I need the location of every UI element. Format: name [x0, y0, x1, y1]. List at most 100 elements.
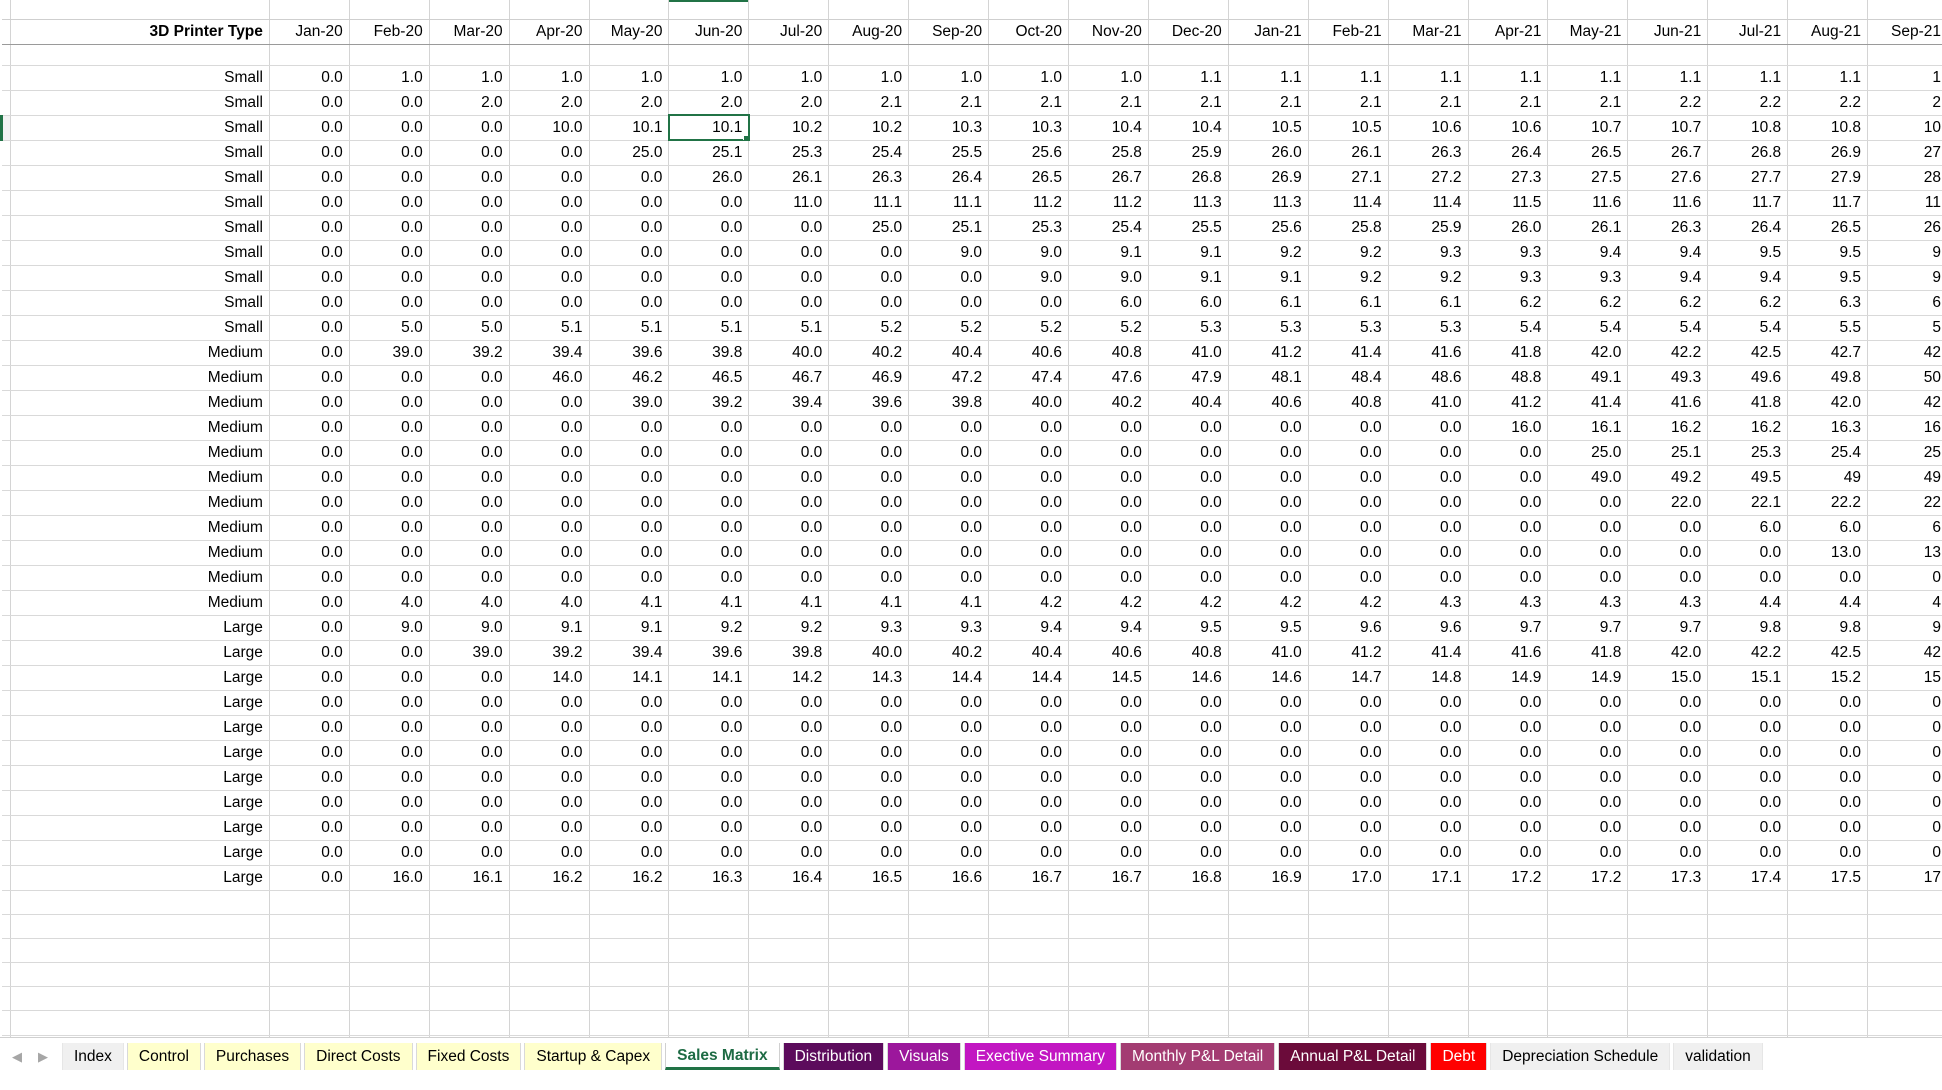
data-cell[interactable]: 1.0: [1068, 65, 1149, 91]
data-cell[interactable]: 14.4: [988, 665, 1069, 691]
data-cell[interactable]: 1: [1867, 65, 1942, 91]
data-cell[interactable]: 0.0: [1547, 790, 1629, 816]
data-cell[interactable]: 0.0: [269, 840, 350, 866]
empty-cell[interactable]: [1068, 914, 1149, 939]
data-cell[interactable]: 9.0: [988, 240, 1069, 266]
data-cell[interactable]: 9.1: [509, 615, 590, 641]
data-cell[interactable]: 0.0: [269, 765, 350, 791]
data-cell[interactable]: 39.8: [748, 640, 830, 666]
data-cell[interactable]: 0.0: [1707, 790, 1789, 816]
data-cell[interactable]: 16.2: [1707, 415, 1789, 441]
data-cell[interactable]: 0.0: [1068, 565, 1149, 591]
data-cell[interactable]: 11.4: [1388, 190, 1469, 216]
data-cell[interactable]: 0.0: [668, 490, 750, 516]
data-cell[interactable]: 0.0: [429, 790, 510, 816]
data-cell[interactable]: 1.1: [1308, 65, 1389, 91]
data-cell[interactable]: 0.0: [429, 565, 510, 591]
data-cell[interactable]: 0.0: [589, 440, 670, 466]
data-cell[interactable]: 6.0: [1148, 290, 1229, 316]
data-cell[interactable]: 14.7: [1308, 665, 1389, 691]
empty-cell[interactable]: [1707, 914, 1789, 939]
empty-cell[interactable]: [429, 44, 510, 66]
data-cell[interactable]: 0.0: [908, 290, 990, 316]
data-cell[interactable]: 14.9: [1547, 665, 1629, 691]
data-cell[interactable]: 4.3: [1468, 590, 1549, 616]
empty-cell[interactable]: [908, 44, 990, 66]
data-cell[interactable]: 0.0: [1068, 740, 1149, 766]
data-cell[interactable]: 0.0: [828, 790, 910, 816]
data-cell[interactable]: 0.0: [1148, 740, 1229, 766]
data-cell[interactable]: 0.0: [1228, 540, 1309, 566]
empty-cell[interactable]: [988, 44, 1069, 66]
empty-cell[interactable]: [10, 0, 270, 20]
data-cell[interactable]: 25.8: [1308, 215, 1389, 241]
empty-cell[interactable]: [269, 1010, 350, 1036]
data-cell[interactable]: 2.1: [828, 90, 910, 116]
data-cell[interactable]: 0.0: [908, 765, 990, 791]
data-cell[interactable]: 0.0: [269, 340, 350, 366]
data-cell[interactable]: 9.4: [988, 615, 1069, 641]
data-cell[interactable]: 25.3: [988, 215, 1069, 241]
sheet-tab-direct-costs[interactable]: Direct Costs: [304, 1043, 413, 1070]
data-cell[interactable]: 0.0: [429, 365, 510, 391]
data-cell[interactable]: 26.3: [1388, 140, 1469, 166]
prev-sheet-arrow-icon[interactable]: ◀: [12, 1050, 22, 1063]
data-cell[interactable]: 27.3: [1468, 165, 1549, 191]
empty-cell[interactable]: [1627, 938, 1709, 964]
data-cell[interactable]: 0.0: [668, 265, 750, 291]
data-cell[interactable]: 6.0: [1068, 290, 1149, 316]
data-cell[interactable]: 0.0: [1468, 690, 1549, 716]
data-cell[interactable]: 0: [1867, 565, 1942, 591]
data-cell[interactable]: 9.0: [429, 615, 510, 641]
data-cell[interactable]: 9.5: [1228, 615, 1309, 641]
empty-cell[interactable]: [1627, 962, 1709, 988]
empty-cell[interactable]: [1068, 44, 1149, 66]
empty-cell[interactable]: [1308, 0, 1389, 20]
data-cell[interactable]: 0.0: [1228, 565, 1309, 591]
data-cell[interactable]: 0.0: [668, 190, 750, 216]
data-cell[interactable]: 0.0: [908, 815, 990, 841]
data-cell[interactable]: 25.0: [589, 140, 670, 166]
next-sheet-arrow-icon[interactable]: ▶: [38, 1050, 48, 1063]
data-cell[interactable]: 28: [1867, 165, 1942, 191]
empty-cell[interactable]: [349, 962, 430, 988]
data-cell[interactable]: 0.0: [509, 190, 590, 216]
data-cell[interactable]: 5.2: [988, 315, 1069, 341]
empty-cell[interactable]: [1468, 986, 1549, 1012]
empty-cell[interactable]: [1627, 986, 1709, 1012]
data-cell[interactable]: 0.0: [908, 265, 990, 291]
data-cell[interactable]: 10.6: [1468, 115, 1549, 141]
data-cell[interactable]: 0.0: [988, 415, 1069, 441]
empty-cell[interactable]: [589, 1010, 670, 1036]
data-cell[interactable]: 0.0: [1707, 690, 1789, 716]
data-cell[interactable]: 0.0: [509, 240, 590, 266]
data-cell[interactable]: 0.0: [1228, 715, 1309, 741]
data-cell[interactable]: 0.0: [429, 665, 510, 691]
data-cell[interactable]: 1.0: [908, 65, 990, 91]
data-cell[interactable]: 9.1: [1148, 240, 1229, 266]
data-cell[interactable]: 48.4: [1308, 365, 1389, 391]
data-cell[interactable]: 9.8: [1787, 615, 1869, 641]
data-cell[interactable]: 2.0: [668, 90, 750, 116]
empty-cell[interactable]: [589, 938, 670, 964]
data-cell[interactable]: 0.0: [269, 215, 350, 241]
data-cell[interactable]: 0.0: [1388, 540, 1469, 566]
data-cell[interactable]: 0.0: [1068, 465, 1149, 491]
data-cell[interactable]: 0.0: [668, 540, 750, 566]
empty-cell[interactable]: [1787, 914, 1869, 939]
data-cell[interactable]: 0.0: [509, 565, 590, 591]
data-cell[interactable]: 0.0: [349, 390, 430, 416]
data-cell[interactable]: 6.3: [1787, 290, 1869, 316]
data-cell[interactable]: 41.4: [1388, 640, 1469, 666]
data-cell[interactable]: 0.0: [269, 715, 350, 741]
data-cell[interactable]: 0.0: [828, 490, 910, 516]
data-cell[interactable]: 10.8: [1707, 115, 1789, 141]
data-cell[interactable]: 0.0: [1388, 490, 1469, 516]
empty-cell[interactable]: [269, 914, 350, 939]
data-cell[interactable]: 0.0: [748, 715, 830, 741]
data-cell[interactable]: 0.0: [509, 690, 590, 716]
data-cell[interactable]: 4.2: [1148, 590, 1229, 616]
data-cell[interactable]: 2.0: [429, 90, 510, 116]
empty-cell[interactable]: [828, 1010, 910, 1036]
data-cell[interactable]: 16.8: [1148, 865, 1229, 891]
